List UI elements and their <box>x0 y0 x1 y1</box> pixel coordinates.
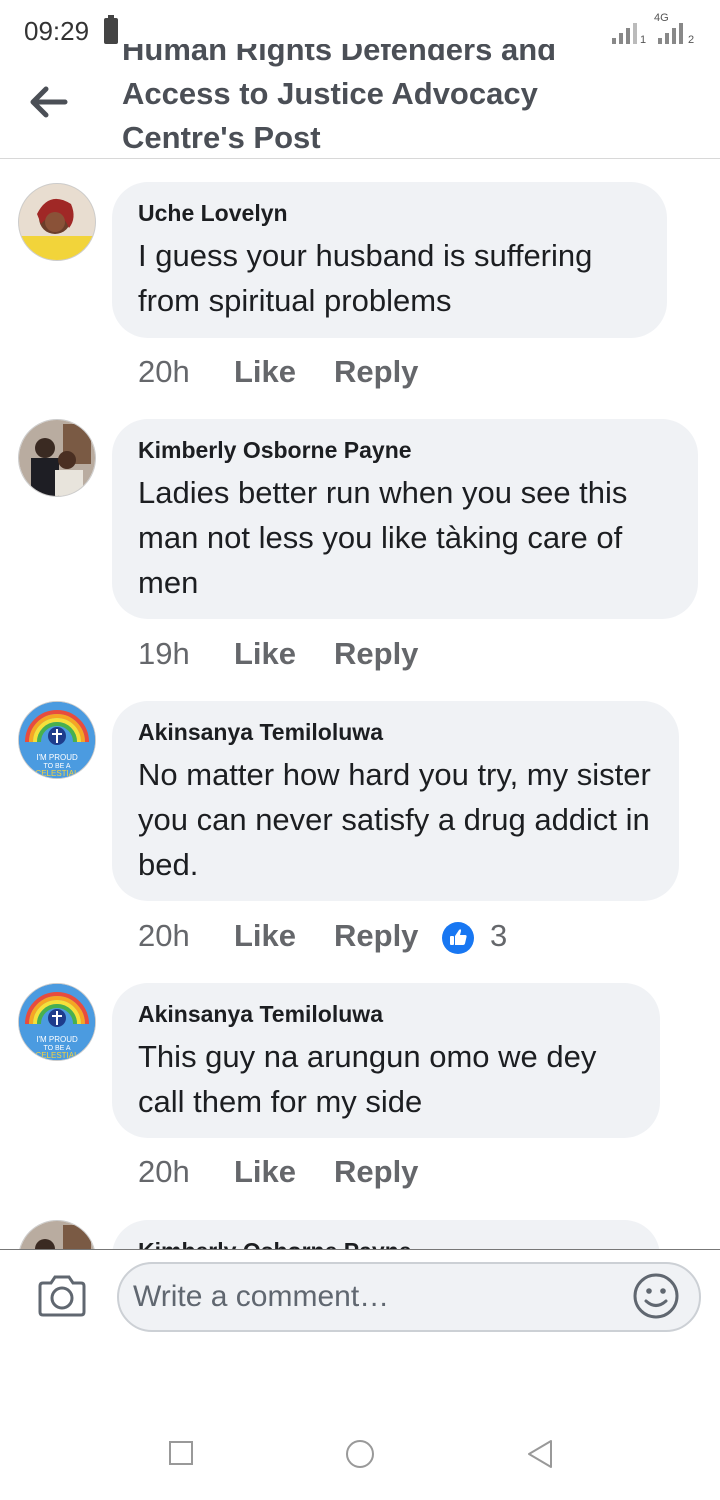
svg-text:CELESTIAL: CELESTIAL <box>35 1051 79 1060</box>
system-nav-bar <box>0 1400 720 1500</box>
smiley-icon[interactable] <box>632 1272 680 1320</box>
comment-bubble: Akinsanya Temiloluwa No matter how hard … <box>112 701 679 901</box>
signal-sim2-icon: 4G 2 <box>654 12 710 46</box>
like-button[interactable]: Like <box>234 636 296 672</box>
network-label: 4G <box>654 12 669 24</box>
comment-text: I guess your husband is suffering from s… <box>138 238 593 318</box>
svg-text:I'M PROUD: I'M PROUD <box>36 1035 78 1044</box>
comment-time[interactable]: 20h <box>138 354 190 390</box>
comment-author[interactable]: Kimberly Osborne Payne <box>138 437 672 464</box>
like-button[interactable]: Like <box>234 918 296 954</box>
like-button[interactable]: Like <box>234 1154 296 1190</box>
reply-button[interactable]: Reply <box>334 918 418 954</box>
comment-author[interactable]: Akinsanya Temiloluwa <box>138 1001 634 1028</box>
comment-actions: 20h Like Reply 3 <box>138 918 558 958</box>
comment-author[interactable]: Akinsanya Temiloluwa <box>138 719 653 746</box>
avatar[interactable]: I'M PROUD TO BE A CELESTIAL <box>18 701 96 779</box>
comment-actions: 19h Like Reply <box>138 636 538 676</box>
page-title: Human Rights Defenders and Access to Jus… <box>122 44 557 155</box>
avatar[interactable] <box>18 183 96 261</box>
home-icon[interactable] <box>344 1438 376 1470</box>
camera-icon[interactable] <box>36 1274 88 1318</box>
reply-button[interactable]: Reply <box>334 1154 418 1190</box>
comment-actions: 20h Like Reply <box>138 354 538 394</box>
avatar[interactable] <box>18 419 96 497</box>
svg-text:I'M PROUD: I'M PROUD <box>36 753 78 762</box>
comment-bubble: Kimberly Osborne Payne <box>112 1220 660 1249</box>
post-header: Human Rights Defenders and Access to Jus… <box>0 44 720 159</box>
reply-button[interactable]: Reply <box>334 354 418 390</box>
comment-author[interactable]: Kimberly Osborne Payne <box>138 1238 634 1249</box>
comment-bubble: Uche Lovelyn I guess your husband is suf… <box>112 182 667 338</box>
comment-input[interactable]: Write a comment… <box>117 1262 701 1332</box>
recent-apps-icon[interactable] <box>168 1440 194 1466</box>
comment-time[interactable]: 19h <box>138 636 190 672</box>
signal-sim1-icon: 1 <box>610 14 646 46</box>
comment-actions: 20h Like Reply <box>138 1154 538 1194</box>
back-nav-icon[interactable] <box>526 1438 554 1470</box>
comment-time[interactable]: 20h <box>138 1154 190 1190</box>
thumbs-up-icon[interactable] <box>442 922 474 954</box>
comment-text: No matter how hard you try, my sister yo… <box>138 757 651 882</box>
comment-composer: Write a comment… <box>0 1249 720 1350</box>
arrow-left-icon[interactable] <box>28 86 68 118</box>
comment-text: This guy na arungun omo we dey call them… <box>138 1039 597 1119</box>
comment-bubble: Kimberly Osborne Payne Ladies better run… <box>112 419 698 619</box>
status-time: 09:29 <box>24 16 90 46</box>
comment-text: Ladies better run when you see this man … <box>138 475 628 600</box>
comment-bubble: Akinsanya Temiloluwa This guy na arungun… <box>112 983 660 1138</box>
avatar[interactable]: I'M PROUD TO BE A CELESTIAL <box>18 983 96 1061</box>
svg-text:CELESTIAL: CELESTIAL <box>35 769 79 778</box>
reaction-count[interactable]: 3 <box>490 918 507 954</box>
avatar[interactable] <box>18 1220 96 1249</box>
like-button[interactable]: Like <box>234 354 296 390</box>
avatar-logo: I'M PROUD TO BE A CELESTIAL <box>19 702 95 778</box>
comment-item: Kimberly Osborne Payne <box>0 1220 720 1249</box>
comment-author[interactable]: Uche Lovelyn <box>138 200 641 227</box>
signal-icons: 1 4G 2 <box>610 12 710 46</box>
reply-button[interactable]: Reply <box>334 636 418 672</box>
comment-time[interactable]: 20h <box>138 918 190 954</box>
avatar-logo: I'M PROUD TO BE A CELESTIAL <box>19 984 95 1060</box>
battery-icon <box>104 15 118 44</box>
